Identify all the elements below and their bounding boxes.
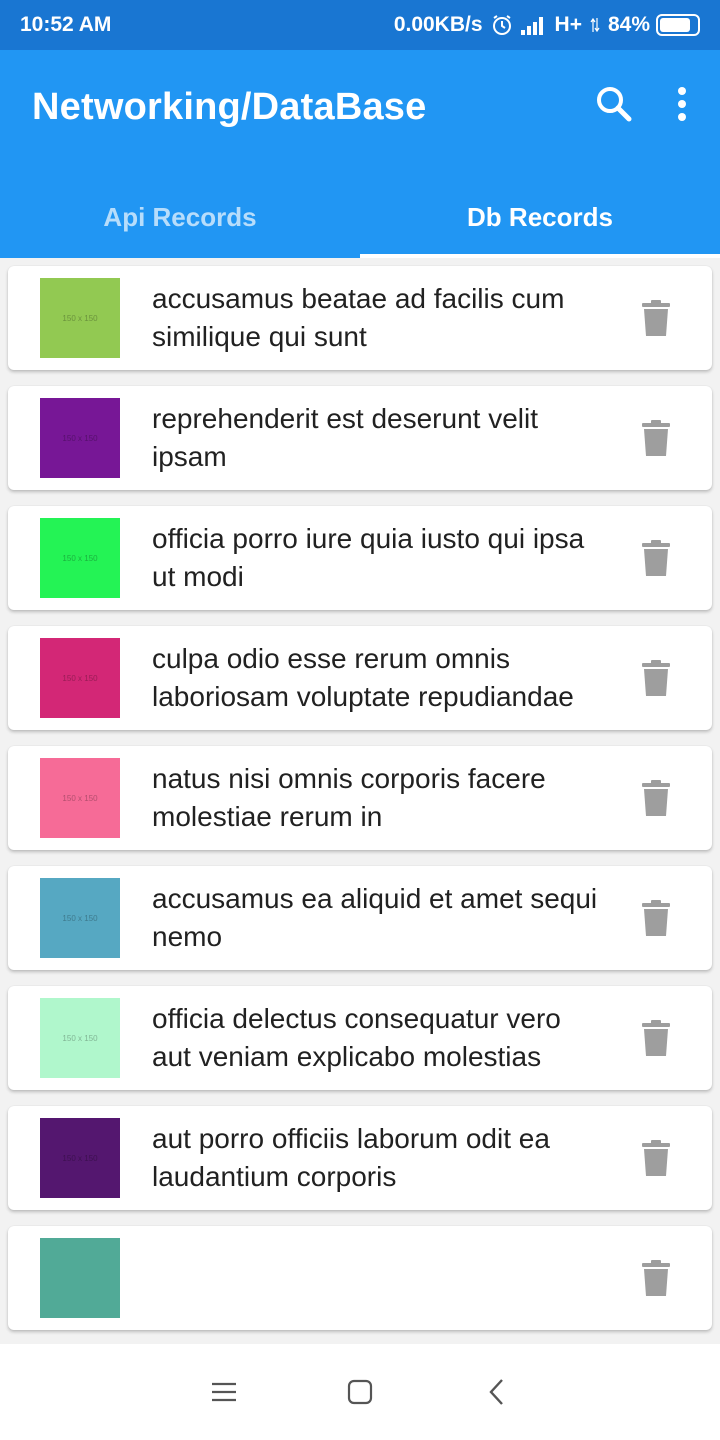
record-title: aut porro officiis laborum odit ea lauda… — [152, 1123, 550, 1192]
record-title: accusamus beatae ad facilis cum similiqu… — [152, 283, 565, 352]
network-type: H+ — [554, 13, 582, 36]
tab-bar: Api Records Db Records — [0, 176, 720, 258]
trash-icon — [642, 1260, 670, 1296]
record-thumbnail: 150 x 150 — [40, 638, 120, 718]
battery: 84% — [608, 13, 700, 37]
battery-percent: 84% — [607, 13, 650, 36]
home-square-icon — [347, 1379, 373, 1405]
delete-button[interactable] — [620, 900, 692, 936]
record-title: accusamus ea aliquid et amet sequi nemo — [152, 883, 598, 952]
delete-button[interactable] — [620, 1140, 692, 1176]
tab-db-records[interactable]: Db Records — [360, 176, 720, 258]
records-list[interactable]: 150 x 150 accusamus beatae ad facilis cum… — [0, 258, 720, 1344]
status-right: 0.00KB/s H+ 84% — [394, 13, 700, 37]
back-button[interactable] — [428, 1344, 564, 1440]
record-card[interactable]: 150 x 150 culpa odio esse rerum omnis lab… — [8, 626, 712, 730]
record-card[interactable]: 150 x 150 officia delectus consequatur ve… — [8, 986, 712, 1090]
delete-button[interactable] — [620, 300, 692, 336]
search-button[interactable] — [590, 80, 638, 128]
record-title: natus nisi omnis corporis facere molesti… — [152, 763, 546, 832]
trash-icon — [642, 900, 670, 936]
app-bar: Networking/DataBase Api Records Db Recor… — [0, 50, 720, 258]
search-icon — [597, 87, 632, 122]
back-chevron-icon — [489, 1379, 503, 1405]
more-vertical-icon — [678, 87, 686, 121]
record-thumbnail: 150 x 150 — [40, 278, 120, 358]
battery-fill — [660, 18, 691, 32]
tab-api-records[interactable]: Api Records — [0, 176, 360, 258]
more-options-button[interactable] — [658, 80, 706, 128]
record-thumbnail: 150 x 150 — [40, 518, 120, 598]
record-title: culpa odio esse rerum omnis laboriosam v… — [152, 643, 574, 712]
home-button[interactable] — [292, 1344, 428, 1440]
status-bar: 10:52 AM 0.00KB/s H+ 84% — [0, 0, 720, 50]
menu-button[interactable] — [156, 1344, 292, 1440]
trash-icon — [642, 660, 670, 696]
app-title: Networking/DataBase — [32, 86, 427, 128]
menu-icon — [212, 1382, 236, 1402]
data-arrows-icon — [590, 16, 600, 34]
trash-icon — [642, 540, 670, 576]
record-thumbnail: 150 x 150 — [40, 1118, 120, 1198]
record-card[interactable]: 150 x 150 officia porro iure quia iusto q… — [8, 506, 712, 610]
system-nav-bar — [0, 1344, 720, 1440]
trash-icon — [642, 300, 670, 336]
record-title: reprehenderit est deserunt velit ipsam — [152, 403, 538, 472]
app-actions — [590, 80, 706, 128]
record-title: officia porro iure quia iusto qui ipsa u… — [152, 523, 585, 592]
delete-button[interactable] — [620, 780, 692, 816]
record-card[interactable]: 150 x 150 accusamus ea aliquid et amet se… — [8, 866, 712, 970]
record-thumbnail: 150 x 150 — [40, 998, 120, 1078]
record-card[interactable]: 150 x 150 aut porro officiis laborum odit… — [8, 1106, 712, 1210]
trash-icon — [642, 420, 670, 456]
signal-icon — [520, 15, 547, 35]
delete-button[interactable] — [620, 420, 692, 456]
record-thumbnail: 150 x 150 — [40, 398, 120, 478]
trash-icon — [642, 1140, 670, 1176]
delete-button[interactable] — [620, 1020, 692, 1056]
record-card[interactable]: 150 x 150 accusamus beatae ad facilis cum… — [8, 266, 712, 370]
record-thumbnail — [40, 1238, 120, 1318]
record-title: officia delectus consequatur vero aut ve… — [152, 1003, 561, 1072]
record-thumbnail: 150 x 150 — [40, 758, 120, 838]
record-card[interactable]: 150 x 150 reprehenderit est deserunt veli… — [8, 386, 712, 490]
record-card[interactable] — [8, 1226, 712, 1330]
battery-icon — [656, 14, 700, 36]
delete-button[interactable] — [620, 1260, 692, 1296]
delete-button[interactable] — [620, 660, 692, 696]
alarm-icon — [491, 14, 513, 36]
net-speed: 0.00KB/s — [393, 13, 483, 36]
status-time: 10:52 AM — [20, 13, 112, 36]
record-thumbnail: 150 x 150 — [40, 878, 120, 958]
trash-icon — [642, 1020, 670, 1056]
delete-button[interactable] — [620, 540, 692, 576]
record-card[interactable]: 150 x 150 natus nisi omnis corporis facer… — [8, 746, 712, 850]
trash-icon — [642, 780, 670, 816]
